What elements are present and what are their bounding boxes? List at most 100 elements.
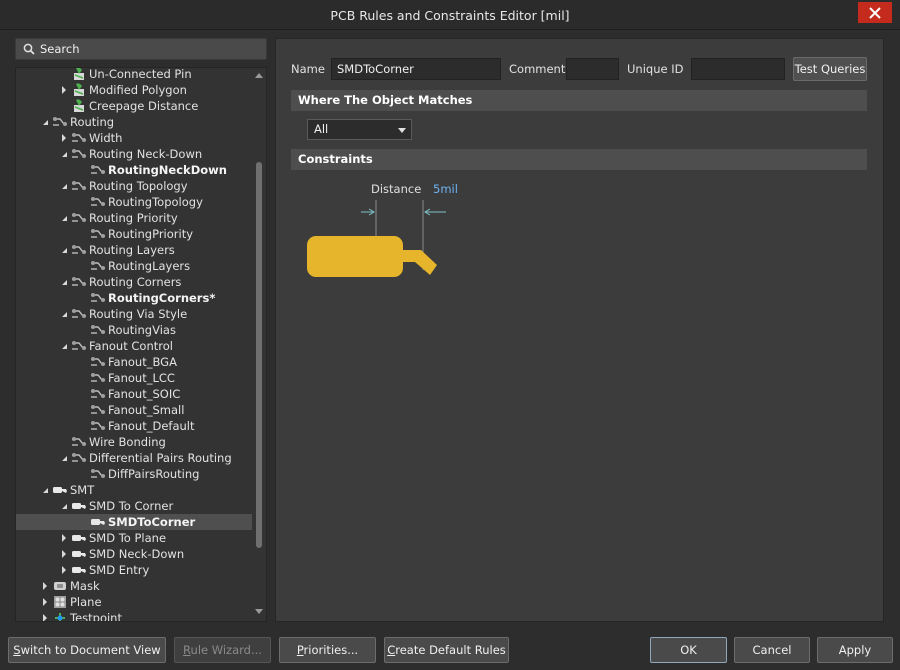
collapsed-arrow-icon[interactable] [59, 82, 69, 98]
expanded-arrow-icon[interactable] [59, 450, 69, 466]
tree-item-label: Creepage Distance [89, 99, 199, 113]
priorities-button[interactable]: Priorities... [279, 637, 376, 663]
tree-item[interactable]: Testpoint [16, 610, 252, 621]
tree-item[interactable]: RoutingTopology [16, 194, 252, 210]
expanded-arrow-icon[interactable] [59, 210, 69, 226]
name-input[interactable] [331, 58, 501, 80]
tree-item[interactable]: RoutingPriority [16, 226, 252, 242]
tree-scrollbar[interactable] [252, 68, 266, 621]
tree-item[interactable]: RoutingLayers [16, 258, 252, 274]
tree-item[interactable]: Fanout_Default [16, 418, 252, 434]
tree-item[interactable]: Routing Priority [16, 210, 252, 226]
mask-icon [52, 578, 68, 594]
tree-item[interactable]: Creepage Distance [16, 98, 252, 114]
tree-item[interactable]: Routing Via Style [16, 306, 252, 322]
search-box[interactable] [15, 38, 267, 60]
tree-item-label: SMD To Plane [89, 531, 167, 545]
rule-wizard-button[interactable]: Rule Wizard... [174, 637, 271, 663]
tree-item[interactable]: SMD Neck-Down [16, 546, 252, 562]
collapsed-arrow-icon[interactable] [40, 578, 50, 594]
routing-icon [90, 402, 106, 418]
expanded-arrow-icon[interactable] [59, 242, 69, 258]
smt-icon [52, 482, 68, 498]
routing-icon [71, 434, 87, 450]
cancel-button[interactable]: Cancel [734, 637, 810, 663]
collapsed-arrow-icon[interactable] [40, 610, 50, 621]
tree-item-label: Un-Connected Pin [89, 67, 192, 81]
unique-id-input[interactable] [691, 58, 785, 80]
tree-item-label: Routing Via Style [89, 307, 188, 321]
collapsed-arrow-icon[interactable] [59, 530, 69, 546]
expanded-arrow-icon[interactable] [59, 274, 69, 290]
tree-item-label: Routing Topology [89, 179, 188, 193]
tree-item[interactable]: Routing Topology [16, 178, 252, 194]
tree-item[interactable]: Fanout_LCC [16, 370, 252, 386]
tree-item[interactable]: Modified Polygon [16, 82, 252, 98]
create-default-rules-button[interactable]: Create Default Rules [384, 637, 509, 663]
routing-icon [71, 274, 87, 290]
test-queries-button[interactable]: Test Queries [793, 57, 867, 81]
tree-item[interactable]: RoutingNeckDown [16, 162, 252, 178]
tree-item[interactable]: SMD To Plane [16, 530, 252, 546]
tree-item[interactable]: Routing [16, 114, 252, 130]
tree-item[interactable]: Fanout_BGA [16, 354, 252, 370]
routing-icon [90, 466, 106, 482]
apply-button[interactable]: Apply [817, 637, 893, 663]
expanded-arrow-icon[interactable] [59, 146, 69, 162]
close-button[interactable] [858, 2, 892, 23]
expanded-arrow-icon[interactable] [59, 178, 69, 194]
rule-tree[interactable]: Un-Connected Pin Modified Polygon Creepage… [15, 67, 267, 622]
collapsed-arrow-icon[interactable] [59, 562, 69, 578]
tree-item-label: SMD To Corner [89, 499, 174, 513]
tree-item[interactable]: Routing Neck-Down [16, 146, 252, 162]
tree-item[interactable]: Routing Layers [16, 242, 252, 258]
collapsed-arrow-icon[interactable] [40, 594, 50, 610]
tree-item-label: Fanout_LCC [108, 371, 175, 385]
tree-item[interactable]: Wire Bonding [16, 434, 252, 450]
expanded-arrow-icon[interactable] [40, 482, 50, 498]
tree-item[interactable]: Plane [16, 594, 252, 610]
routing-icon [71, 178, 87, 194]
tree-item[interactable]: RoutingVias [16, 322, 252, 338]
tree-item[interactable]: SMDToCorner [16, 514, 252, 530]
tree-item[interactable]: SMT [16, 482, 252, 498]
collapsed-arrow-icon[interactable] [59, 130, 69, 146]
switch-to-document-view-button[interactable]: Switch to Document View [8, 637, 166, 663]
tree-item-label: Fanout_SOIC [108, 387, 181, 401]
tree-item[interactable]: Un-Connected Pin [16, 67, 252, 82]
expanded-arrow-icon[interactable] [59, 338, 69, 354]
rule-green-icon [71, 68, 87, 82]
smt-icon [71, 498, 87, 514]
rules-navigator: Un-Connected Pin Modified Polygon Creepage… [15, 38, 267, 622]
expanded-arrow-icon[interactable] [59, 306, 69, 322]
tree-item[interactable]: DiffPairsRouting [16, 466, 252, 482]
tree-item[interactable]: Differential Pairs Routing [16, 450, 252, 466]
tree-item[interactable]: Routing Corners [16, 274, 252, 290]
tree-item[interactable]: Fanout_Small [16, 402, 252, 418]
where-dropdown[interactable]: All [307, 119, 412, 140]
window-title: PCB Rules and Constraints Editor [mil] [330, 8, 570, 23]
tree-item[interactable]: Fanout Control [16, 338, 252, 354]
tree-item-label: Routing [70, 115, 115, 129]
routing-icon [90, 258, 106, 274]
tree-item[interactable]: Fanout_SOIC [16, 386, 252, 402]
tree-item-label: Fanout_BGA [108, 355, 177, 369]
ok-button[interactable]: OK [650, 637, 727, 663]
tree-item[interactable]: Mask [16, 578, 252, 594]
scroll-up-icon[interactable] [255, 72, 263, 78]
tree-item[interactable]: Width [16, 130, 252, 146]
expanded-arrow-icon[interactable] [59, 498, 69, 514]
scroll-down-icon[interactable] [255, 609, 263, 615]
search-input[interactable] [40, 41, 260, 57]
comment-input[interactable] [566, 58, 619, 80]
tree-item[interactable]: SMD To Corner [16, 498, 252, 514]
collapsed-arrow-icon[interactable] [59, 546, 69, 562]
scrollbar-thumb[interactable] [256, 162, 262, 548]
tree-item[interactable]: RoutingCorners* [16, 290, 252, 306]
expanded-arrow-icon[interactable] [40, 114, 50, 130]
tree-item[interactable]: SMD Entry [16, 562, 252, 578]
